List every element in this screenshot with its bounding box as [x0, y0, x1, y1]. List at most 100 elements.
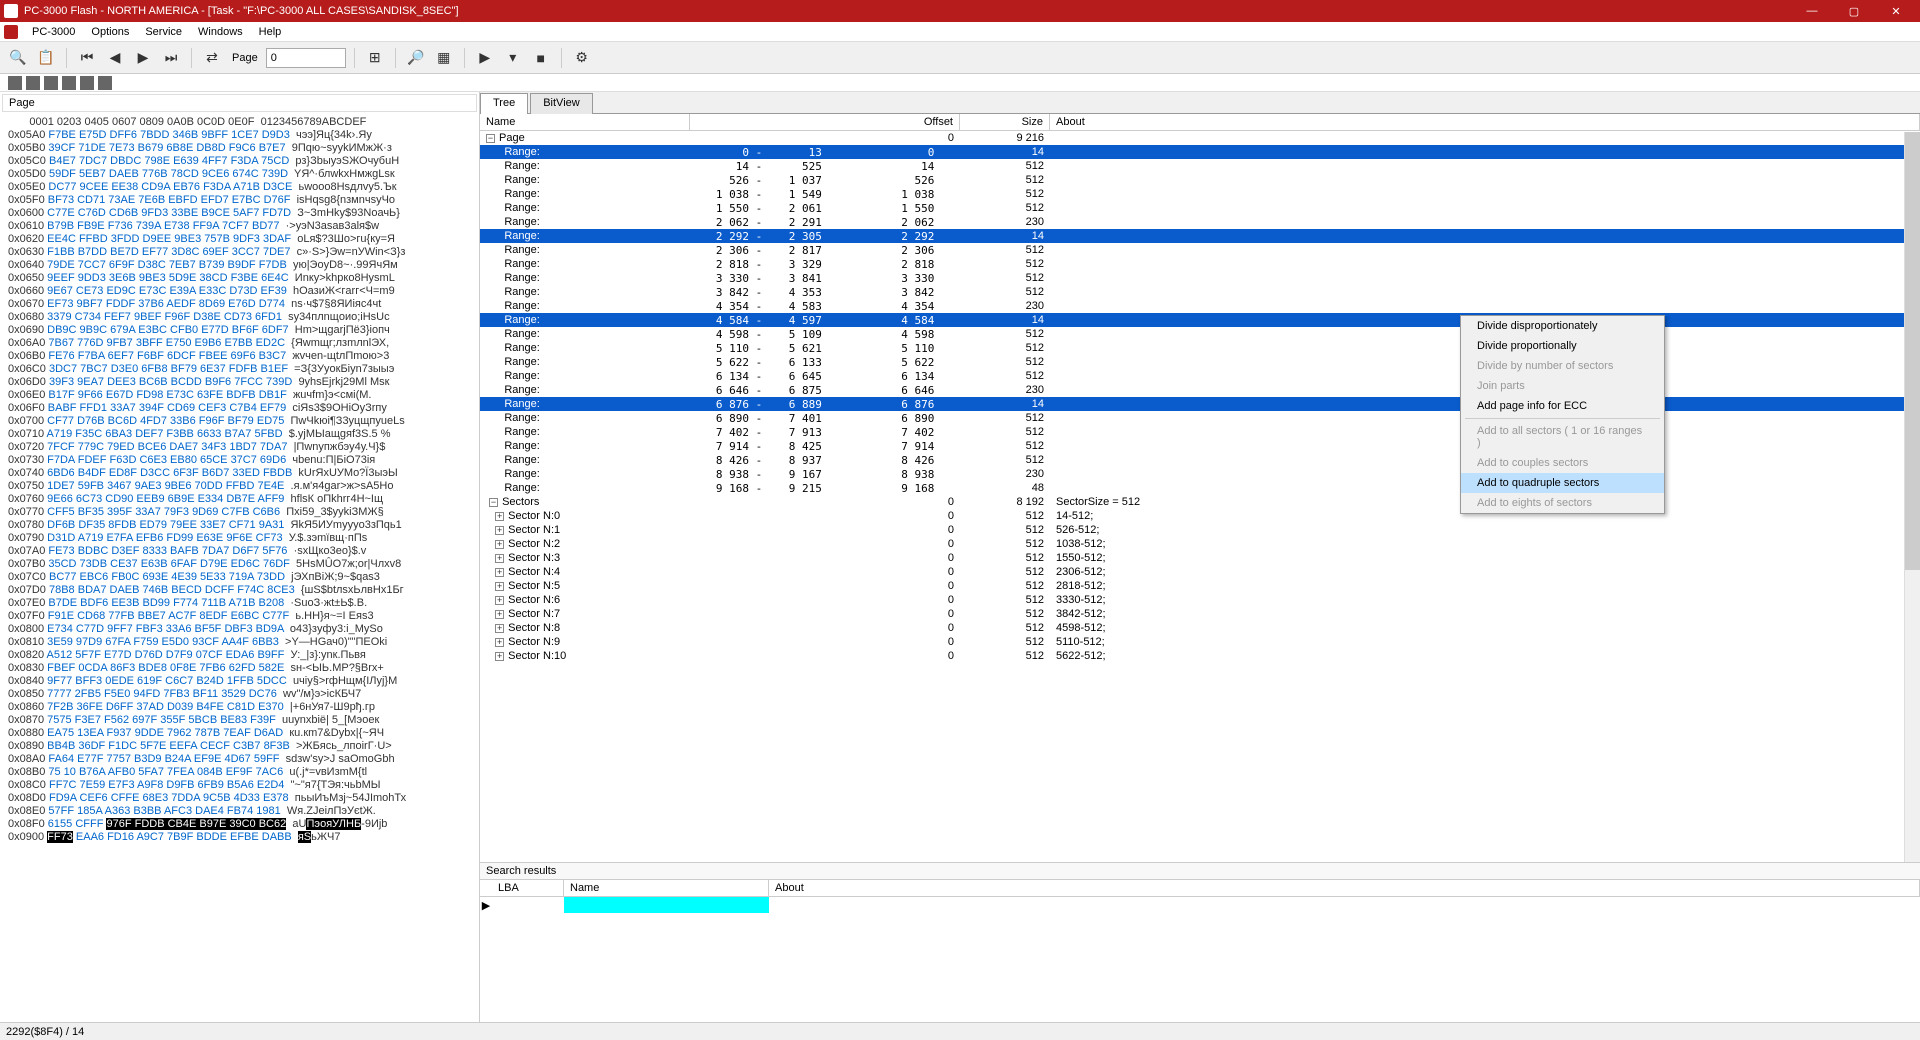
sr-col-name[interactable]: Name: [564, 880, 769, 896]
hex-line[interactable]: 0x0840 9F77 BFF3 0EDE 619F C6C7 B24D 1FF…: [8, 675, 471, 688]
hex-line[interactable]: 0x0810 3E59 97D9 67FA F759 E5D0 93CF AA4…: [8, 636, 471, 649]
hex-line[interactable]: 0x07F0 F91E CD68 77FB BBE7 AC7F 8EDF E6B…: [8, 610, 471, 623]
tree-row[interactable]: Range: 5 110 - 5 621 5 110512: [480, 341, 1920, 355]
tree-row[interactable]: Range: 1 550 - 2 061 1 550512: [480, 201, 1920, 215]
tree-row[interactable]: +Sector N:605123330-512;: [480, 593, 1920, 607]
expand-icon[interactable]: +: [495, 596, 504, 605]
hex-line[interactable]: 0x06F0 BABF FFD1 33A7 394F CD69 CEF3 C7B…: [8, 402, 471, 415]
expand-icon[interactable]: +: [495, 554, 504, 563]
play-dropdown[interactable]: ▾: [501, 46, 525, 70]
tree-row[interactable]: +Sector N:405122306-512;: [480, 565, 1920, 579]
minimize-button[interactable]: —: [1792, 0, 1832, 22]
hex-line[interactable]: 0x0670 EF73 9BF7 FDDF 37B6 AEDF 8D69 E76…: [8, 298, 471, 311]
hex-line[interactable]: 0x0630 F1BB B7DD BE7D EF77 3D8C 69EF 3CC…: [8, 246, 471, 259]
tree-row[interactable]: Range: 5 622 - 6 133 5 622512: [480, 355, 1920, 369]
tree-row[interactable]: +Sector N:805124598-512;: [480, 621, 1920, 635]
settings-icon[interactable]: ⚙: [570, 46, 594, 70]
context-menu-item[interactable]: Divide disproportionately: [1461, 316, 1664, 336]
hex-line[interactable]: 0x0780 DF6B DF35 8FDB ED79 79EE 33E7 CF7…: [8, 519, 471, 532]
tree-row[interactable]: −Sectors08 192SectorSize = 512: [480, 495, 1920, 509]
hex-line[interactable]: 0x0680 3379 C734 FEF7 9BEF F96F D38E CD7…: [8, 311, 471, 324]
menu-service[interactable]: Service: [137, 26, 190, 38]
expand-icon[interactable]: +: [495, 582, 504, 591]
tree-row[interactable]: Range: 3 330 - 3 841 3 330512: [480, 271, 1920, 285]
tree-row[interactable]: Range: 7 914 - 8 425 7 914512: [480, 439, 1920, 453]
expand-icon[interactable]: +: [495, 638, 504, 647]
menu-pc-3000[interactable]: PC-3000: [24, 26, 83, 38]
hex-line[interactable]: 0x07C0 BC77 EBC6 FB0C 693E 4E39 5E33 719…: [8, 571, 471, 584]
hex-line[interactable]: 0x0890 BB4B 36DF F1DC 5F7E EEFA CECF C3B…: [8, 740, 471, 753]
hex-line[interactable]: 0x0620 EE4C FFBD 3FDD D9EE 9BE3 757B 9DF…: [8, 233, 471, 246]
collapse-icon[interactable]: −: [486, 134, 495, 143]
hex-line[interactable]: 0x0850 7777 2FB5 F5E0 94FD 7FB3 BF11 352…: [8, 688, 471, 701]
tree-row[interactable]: Range: 8 426 - 8 937 8 426512: [480, 453, 1920, 467]
hex-line[interactable]: 0x0690 DB9C 9B9C 679A E3BC CFB0 E77D BF6…: [8, 324, 471, 337]
hex-line[interactable]: 0x0900 FF73 EAA6 FD16 A9C7 7B9F BDDE EFB…: [8, 831, 471, 844]
tree-row[interactable]: +Sector N:505122818-512;: [480, 579, 1920, 593]
expand-icon[interactable]: +: [495, 526, 504, 535]
col-about[interactable]: About: [1050, 114, 1920, 130]
play-button[interactable]: ▶: [473, 46, 497, 70]
secondary-icon-4[interactable]: [80, 76, 94, 90]
tree-row[interactable]: Range: 2 306 - 2 817 2 306512: [480, 243, 1920, 257]
hex-line[interactable]: 0x05D0 59DF 5EB7 DAEB 776B 78CD 9CE6 674…: [8, 168, 471, 181]
hex-line[interactable]: 0x07D0 78B8 BDA7 DAEB 746B BECD DCFF F74…: [8, 584, 471, 597]
tree-row[interactable]: +Sector N:205121038-512;: [480, 537, 1920, 551]
binoculars-icon[interactable]: 🔍: [6, 46, 30, 70]
tree-row[interactable]: +Sector N:0051214-512;: [480, 509, 1920, 523]
expand-icon[interactable]: +: [495, 610, 504, 619]
next-page-button[interactable]: ▶: [131, 46, 155, 70]
expand-icon[interactable]: +: [495, 512, 504, 521]
context-menu-item[interactable]: Add page info for ECC: [1461, 396, 1664, 416]
tree-scrollbar[interactable]: [1904, 132, 1920, 862]
secondary-icon-2[interactable]: [44, 76, 58, 90]
search-result-row[interactable]: ▶: [480, 897, 1920, 913]
hex-line[interactable]: 0x0880 EA75 13EA F937 9DDE 7962 787B 7EA…: [8, 727, 471, 740]
tree-row[interactable]: Range: 6 134 - 6 645 6 134512: [480, 369, 1920, 383]
hex-line[interactable]: 0x06D0 39F3 9EA7 DEE3 BC6B BCDD B9F6 7FC…: [8, 376, 471, 389]
hex-line[interactable]: 0x08B0 75 10 B76A AFB0 5FA7 7FEA 084B EF…: [8, 766, 471, 779]
zoom-icon[interactable]: 🔎: [404, 46, 428, 70]
tree-row[interactable]: Range: 4 354 - 4 583 4 354230: [480, 299, 1920, 313]
tree-row[interactable]: +Sector N:1005125622-512;: [480, 649, 1920, 663]
tree-row[interactable]: Range: 0 - 13 014: [480, 145, 1920, 159]
hex-line[interactable]: 0x0760 9E66 6C73 CD90 EEB9 6B9E E334 DB7…: [8, 493, 471, 506]
tree-row[interactable]: Range: 6 876 - 6 889 6 87614: [480, 397, 1920, 411]
tree-row[interactable]: Range: 9 168 - 9 215 9 16848: [480, 481, 1920, 495]
tree-row[interactable]: Range: 4 584 - 4 597 4 58414: [480, 313, 1920, 327]
page-input[interactable]: [266, 48, 346, 68]
expand-icon[interactable]: +: [495, 624, 504, 633]
context-menu-item[interactable]: Add to quadruple sectors: [1461, 473, 1664, 493]
search-results-body[interactable]: ▶: [480, 897, 1920, 1022]
menu-windows[interactable]: Windows: [190, 26, 251, 38]
hex-line[interactable]: 0x08E0 57FF 185A A363 B3BB AFC3 DAE4 FB7…: [8, 805, 471, 818]
secondary-icon-5[interactable]: [98, 76, 112, 90]
hex-line[interactable]: 0x08A0 FA64 E77F 7757 B3D9 B24A EF9E 4D6…: [8, 753, 471, 766]
hex-line[interactable]: 0x0720 7FCF 779C 79ED BCE6 DAE7 34F3 1BD…: [8, 441, 471, 454]
tree-row[interactable]: +Sector N:10512526-512;: [480, 523, 1920, 537]
context-menu-item[interactable]: Divide proportionally: [1461, 336, 1664, 356]
secondary-icon-0[interactable]: [8, 76, 22, 90]
hex-line[interactable]: 0x0740 6BD6 B4DF ED8F D3CC 6F3F B6D7 33E…: [8, 467, 471, 480]
hex-area[interactable]: 0001 0203 0405 0607 0809 0A0B 0C0D 0E0F …: [0, 114, 479, 1022]
close-button[interactable]: ✕: [1876, 0, 1916, 22]
hex-line[interactable]: 0x05A0 F7BE E75D DFF6 7BDD 346B 9BFF 1CE…: [8, 129, 471, 142]
col-name[interactable]: Name: [480, 114, 690, 130]
hex-line[interactable]: 0x07B0 35CD 73DB CE37 E63B 6FAF D79E ED6…: [8, 558, 471, 571]
hex-line[interactable]: 0x06B0 FE76 F7BA 6EF7 F6BF 6DCF FBEE 69F…: [8, 350, 471, 363]
stop-button[interactable]: ■: [529, 46, 553, 70]
grid-icon[interactable]: ⊞: [363, 46, 387, 70]
hex-line[interactable]: 0x0860 7F2B 36FE D6FF 37AD D039 B4FE C81…: [8, 701, 471, 714]
hex-line[interactable]: 0x0600 C77E C76D CD6B 9FD3 33BE B9CE 5AF…: [8, 207, 471, 220]
tab-tree[interactable]: Tree: [480, 93, 528, 114]
hex-line[interactable]: 0x0800 E734 C77D 9FF7 FBF3 33A6 BF5F DBF…: [8, 623, 471, 636]
maximize-button[interactable]: ▢: [1834, 0, 1874, 22]
hex-line[interactable]: 0x06C0 3DC7 7BC7 D3E0 6FB8 BF79 6E37 FDF…: [8, 363, 471, 376]
tree-row[interactable]: +Sector N:305121550-512;: [480, 551, 1920, 565]
hex-line[interactable]: 0x0820 A512 5F7F E77D D76D D7F9 07CF EDA…: [8, 649, 471, 662]
last-page-button[interactable]: ⏭: [159, 46, 183, 70]
menu-options[interactable]: Options: [83, 26, 137, 38]
table-icon[interactable]: ▦: [432, 46, 456, 70]
hex-line[interactable]: 0x06A0 7B67 776D 9FB7 3BFF E750 E9B6 E7B…: [8, 337, 471, 350]
hex-line-selected[interactable]: 0x08F0 6155 CFFF 976F FDDB CB4E B97E 39C…: [8, 818, 471, 831]
